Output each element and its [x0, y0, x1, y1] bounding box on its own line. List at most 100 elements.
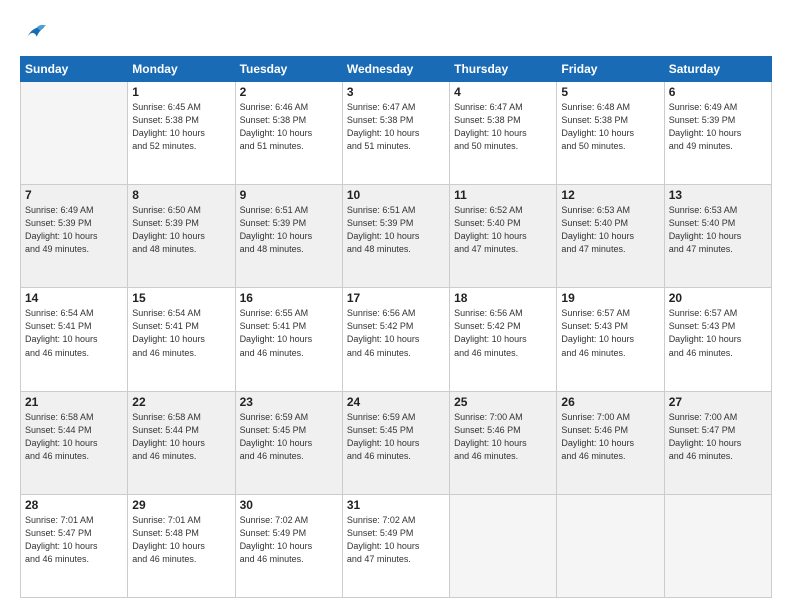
calendar-cell: 12 Sunrise: 6:53 AM Sunset: 5:40 PM Dayli…: [557, 185, 664, 288]
day-number: 21: [25, 395, 123, 409]
day-info: Sunrise: 6:58 AM Sunset: 5:44 PM Dayligh…: [132, 411, 230, 463]
calendar-cell: 17 Sunrise: 6:56 AM Sunset: 5:42 PM Dayli…: [342, 288, 449, 391]
calendar-cell: 24 Sunrise: 6:59 AM Sunset: 5:45 PM Dayli…: [342, 391, 449, 494]
day-number: 4: [454, 85, 552, 99]
day-number: 31: [347, 498, 445, 512]
calendar-week-row: 14 Sunrise: 6:54 AM Sunset: 5:41 PM Dayli…: [21, 288, 772, 391]
calendar-cell: 1 Sunrise: 6:45 AM Sunset: 5:38 PM Daylig…: [128, 82, 235, 185]
logo-icon: [20, 18, 48, 46]
weekday-header-sunday: Sunday: [21, 57, 128, 82]
day-info: Sunrise: 6:55 AM Sunset: 5:41 PM Dayligh…: [240, 307, 338, 359]
calendar-cell: 21 Sunrise: 6:58 AM Sunset: 5:44 PM Dayli…: [21, 391, 128, 494]
day-info: Sunrise: 6:51 AM Sunset: 5:39 PM Dayligh…: [347, 204, 445, 256]
day-number: 28: [25, 498, 123, 512]
day-info: Sunrise: 6:48 AM Sunset: 5:38 PM Dayligh…: [561, 101, 659, 153]
calendar-cell: 29 Sunrise: 7:01 AM Sunset: 5:48 PM Dayli…: [128, 494, 235, 597]
day-number: 6: [669, 85, 767, 99]
day-info: Sunrise: 6:45 AM Sunset: 5:38 PM Dayligh…: [132, 101, 230, 153]
calendar-cell: 23Sunrise: 6:59 AM Sunset: 5:45 PM Dayli…: [235, 391, 342, 494]
calendar-week-row: 21 Sunrise: 6:58 AM Sunset: 5:44 PM Dayli…: [21, 391, 772, 494]
calendar-cell: 4Sunrise: 6:47 AM Sunset: 5:38 PM Daylig…: [450, 82, 557, 185]
calendar-cell: [450, 494, 557, 597]
day-number: 1: [132, 85, 230, 99]
calendar-cell: 22Sunrise: 6:58 AM Sunset: 5:44 PM Dayli…: [128, 391, 235, 494]
day-number: 3: [347, 85, 445, 99]
day-info: Sunrise: 6:46 AM Sunset: 5:38 PM Dayligh…: [240, 101, 338, 153]
day-info: Sunrise: 6:54 AM Sunset: 5:41 PM Dayligh…: [25, 307, 123, 359]
day-number: 9: [240, 188, 338, 202]
day-number: 14: [25, 291, 123, 305]
calendar-cell: 16 Sunrise: 6:55 AM Sunset: 5:41 PM Dayli…: [235, 288, 342, 391]
calendar-cell: 30 Sunrise: 7:02 AM Sunset: 5:49 PM Dayli…: [235, 494, 342, 597]
calendar-cell: 25 Sunrise: 7:00 AM Sunset: 5:46 PM Dayli…: [450, 391, 557, 494]
calendar-cell: 31 Sunrise: 7:02 AM Sunset: 5:49 PM Dayli…: [342, 494, 449, 597]
day-number: 15: [132, 291, 230, 305]
calendar-cell: 14 Sunrise: 6:54 AM Sunset: 5:41 PM Dayli…: [21, 288, 128, 391]
day-info: Sunrise: 6:59 AM Sunset: 5:45 PM Dayligh…: [347, 411, 445, 463]
day-number: 23: [240, 395, 338, 409]
day-number: 5: [561, 85, 659, 99]
calendar-week-row: 7Sunrise: 6:49 AM Sunset: 5:39 PM Daylig…: [21, 185, 772, 288]
weekday-header-monday: Monday: [128, 57, 235, 82]
calendar-cell: 5 Sunrise: 6:48 AM Sunset: 5:38 PM Daylig…: [557, 82, 664, 185]
day-number: 2: [240, 85, 338, 99]
day-info: Sunrise: 6:56 AM Sunset: 5:42 PM Dayligh…: [347, 307, 445, 359]
day-number: 10: [347, 188, 445, 202]
calendar-table: SundayMondayTuesdayWednesdayThursdayFrid…: [20, 56, 772, 598]
day-info: Sunrise: 6:58 AM Sunset: 5:44 PM Dayligh…: [25, 411, 123, 463]
calendar-cell: 15 Sunrise: 6:54 AM Sunset: 5:41 PM Dayli…: [128, 288, 235, 391]
day-info: Sunrise: 6:53 AM Sunset: 5:40 PM Dayligh…: [561, 204, 659, 256]
calendar-cell: 20 Sunrise: 6:57 AM Sunset: 5:43 PM Dayli…: [664, 288, 771, 391]
calendar-cell: 6 Sunrise: 6:49 AM Sunset: 5:39 PM Daylig…: [664, 82, 771, 185]
day-number: 13: [669, 188, 767, 202]
weekday-header-row: SundayMondayTuesdayWednesdayThursdayFrid…: [21, 57, 772, 82]
calendar-week-row: 1 Sunrise: 6:45 AM Sunset: 5:38 PM Daylig…: [21, 82, 772, 185]
calendar-cell: 9Sunrise: 6:51 AM Sunset: 5:39 PM Daylig…: [235, 185, 342, 288]
calendar-cell: 3Sunrise: 6:47 AM Sunset: 5:38 PM Daylig…: [342, 82, 449, 185]
day-info: Sunrise: 6:52 AM Sunset: 5:40 PM Dayligh…: [454, 204, 552, 256]
day-number: 30: [240, 498, 338, 512]
day-number: 16: [240, 291, 338, 305]
calendar-week-row: 28 Sunrise: 7:01 AM Sunset: 5:47 PM Dayli…: [21, 494, 772, 597]
day-number: 20: [669, 291, 767, 305]
header: [20, 18, 772, 46]
day-info: Sunrise: 7:02 AM Sunset: 5:49 PM Dayligh…: [240, 514, 338, 566]
page: SundayMondayTuesdayWednesdayThursdayFrid…: [0, 0, 792, 612]
day-info: Sunrise: 7:02 AM Sunset: 5:49 PM Dayligh…: [347, 514, 445, 566]
day-info: Sunrise: 6:49 AM Sunset: 5:39 PM Dayligh…: [25, 204, 123, 256]
weekday-header-thursday: Thursday: [450, 57, 557, 82]
day-info: Sunrise: 6:49 AM Sunset: 5:39 PM Dayligh…: [669, 101, 767, 153]
calendar-cell: 2 Sunrise: 6:46 AM Sunset: 5:38 PM Daylig…: [235, 82, 342, 185]
day-number: 11: [454, 188, 552, 202]
logo: [20, 18, 52, 46]
calendar-cell: 13 Sunrise: 6:53 AM Sunset: 5:40 PM Dayli…: [664, 185, 771, 288]
day-info: Sunrise: 7:00 AM Sunset: 5:46 PM Dayligh…: [454, 411, 552, 463]
day-info: Sunrise: 6:50 AM Sunset: 5:39 PM Dayligh…: [132, 204, 230, 256]
weekday-header-saturday: Saturday: [664, 57, 771, 82]
calendar-cell: [21, 82, 128, 185]
day-number: 25: [454, 395, 552, 409]
day-info: Sunrise: 7:01 AM Sunset: 5:47 PM Dayligh…: [25, 514, 123, 566]
calendar-cell: 28 Sunrise: 7:01 AM Sunset: 5:47 PM Dayli…: [21, 494, 128, 597]
calendar-cell: 8 Sunrise: 6:50 AM Sunset: 5:39 PM Daylig…: [128, 185, 235, 288]
day-info: Sunrise: 6:53 AM Sunset: 5:40 PM Dayligh…: [669, 204, 767, 256]
day-info: Sunrise: 7:00 AM Sunset: 5:47 PM Dayligh…: [669, 411, 767, 463]
day-info: Sunrise: 6:57 AM Sunset: 5:43 PM Dayligh…: [669, 307, 767, 359]
day-info: Sunrise: 6:56 AM Sunset: 5:42 PM Dayligh…: [454, 307, 552, 359]
day-number: 12: [561, 188, 659, 202]
weekday-header-friday: Friday: [557, 57, 664, 82]
calendar-cell: 19Sunrise: 6:57 AM Sunset: 5:43 PM Dayli…: [557, 288, 664, 391]
day-number: 24: [347, 395, 445, 409]
day-number: 19: [561, 291, 659, 305]
weekday-header-wednesday: Wednesday: [342, 57, 449, 82]
calendar-cell: [664, 494, 771, 597]
day-number: 29: [132, 498, 230, 512]
day-number: 17: [347, 291, 445, 305]
calendar-cell: 18Sunrise: 6:56 AM Sunset: 5:42 PM Dayli…: [450, 288, 557, 391]
day-number: 8: [132, 188, 230, 202]
day-info: Sunrise: 7:00 AM Sunset: 5:46 PM Dayligh…: [561, 411, 659, 463]
calendar-cell: 7Sunrise: 6:49 AM Sunset: 5:39 PM Daylig…: [21, 185, 128, 288]
day-info: Sunrise: 7:01 AM Sunset: 5:48 PM Dayligh…: [132, 514, 230, 566]
day-info: Sunrise: 6:54 AM Sunset: 5:41 PM Dayligh…: [132, 307, 230, 359]
calendar-cell: [557, 494, 664, 597]
